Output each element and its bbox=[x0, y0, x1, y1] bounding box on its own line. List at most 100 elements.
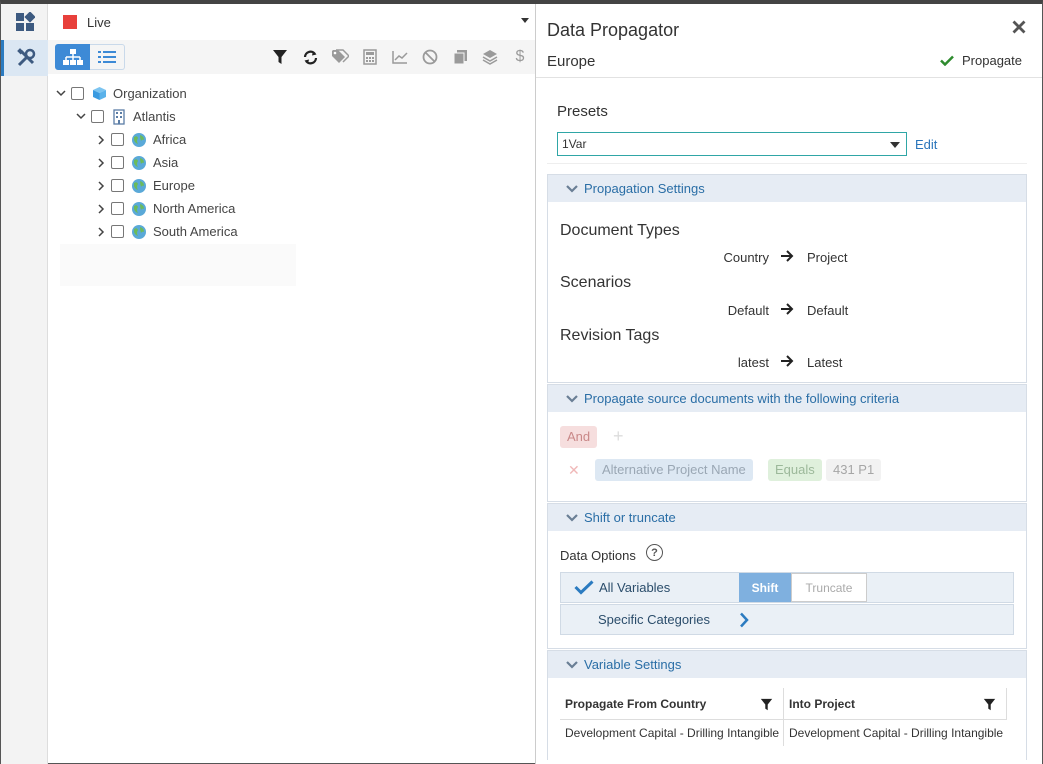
layers-icon bbox=[482, 50, 498, 65]
mapping-from: Default bbox=[727, 303, 769, 318]
table-row[interactable]: Development Capital - Drilling Intangibl… bbox=[560, 720, 1007, 746]
data-options-label: Data Options bbox=[560, 548, 636, 563]
filter-icon[interactable] bbox=[760, 698, 773, 711]
edit-preset-link[interactable]: Edit bbox=[915, 137, 937, 152]
tools-button[interactable] bbox=[1, 40, 48, 76]
tree-node-label: Europe bbox=[153, 178, 195, 193]
propagate-button[interactable]: Propagate bbox=[940, 53, 1022, 68]
document-types-heading: Document Types bbox=[560, 222, 680, 239]
presets-select[interactable]: 1Var bbox=[557, 132, 907, 156]
tree-node-label: Atlantis bbox=[133, 109, 176, 124]
remove-condition-button[interactable]: ✕ bbox=[568, 462, 580, 479]
chevron-down-icon[interactable] bbox=[76, 113, 86, 120]
mapping-to: Latest bbox=[807, 355, 843, 370]
chevron-right-icon[interactable] bbox=[96, 180, 106, 191]
add-condition-button[interactable]: + bbox=[613, 426, 624, 447]
section-title: Propagate source documents with the foll… bbox=[584, 391, 900, 406]
filter-button[interactable] bbox=[265, 40, 295, 74]
shift-toggle-button[interactable]: Shift bbox=[739, 573, 791, 602]
criteria-field-chip[interactable]: Alternative Project Name bbox=[595, 459, 753, 481]
tree-node-checkbox[interactable] bbox=[111, 225, 124, 238]
tree-node-checkbox[interactable] bbox=[111, 133, 124, 146]
tag-button[interactable] bbox=[325, 40, 355, 74]
filter-icon[interactable] bbox=[983, 698, 996, 711]
divider bbox=[536, 77, 1042, 78]
left-rail bbox=[1, 4, 48, 764]
all-variables-label: All Variables bbox=[599, 580, 671, 595]
dashboard-button[interactable] bbox=[1, 4, 48, 40]
chevron-right-icon bbox=[740, 612, 749, 627]
shift-truncate-header[interactable]: Shift or truncate bbox=[548, 504, 1026, 531]
criteria-comparison-chip[interactable]: Equals bbox=[768, 459, 822, 481]
list-icon bbox=[98, 51, 116, 63]
hierarchy-icon bbox=[62, 49, 83, 65]
help-icon[interactable]: ? bbox=[646, 544, 663, 561]
specific-categories-option[interactable]: Specific Categories bbox=[560, 604, 1014, 635]
tree-node-label: North America bbox=[153, 201, 236, 216]
propagation-settings-header[interactable]: Propagation Settings bbox=[548, 175, 1026, 202]
tree-node-checkbox[interactable] bbox=[111, 156, 124, 169]
table-cell: Development Capital - Drilling Intangibl… bbox=[789, 726, 1004, 740]
column-header-label: Propagate From Country bbox=[565, 696, 707, 711]
arrow-right-icon bbox=[780, 303, 794, 318]
tree-node-atlantis[interactable]: Atlantis bbox=[48, 105, 535, 128]
all-variables-option[interactable]: All Variables Shift Truncate bbox=[560, 572, 1014, 603]
block-button[interactable] bbox=[415, 40, 445, 74]
chevron-right-icon[interactable] bbox=[96, 134, 106, 145]
chevron-down-icon bbox=[566, 394, 578, 403]
and-operator-chip[interactable]: And bbox=[560, 426, 598, 448]
tree-node-north-america[interactable]: North America bbox=[48, 197, 535, 220]
tree-node-checkbox[interactable] bbox=[111, 179, 124, 192]
shift-truncate-section: Shift or truncate Data Options ? All Var… bbox=[547, 503, 1027, 649]
list-view-button[interactable] bbox=[90, 44, 125, 70]
criteria-value-chip[interactable]: 431 P1 bbox=[826, 459, 882, 481]
criteria-section: Propagate source documents with the foll… bbox=[547, 384, 1027, 502]
criteria-header[interactable]: Propagate source documents with the foll… bbox=[548, 385, 1026, 412]
tree-node-africa[interactable]: Africa bbox=[48, 128, 535, 151]
scenario-selector[interactable]: Live bbox=[48, 4, 535, 40]
tree-node-checkbox[interactable] bbox=[71, 87, 84, 100]
column-header-label: Into Project bbox=[789, 696, 856, 711]
table-header: Propagate From Country Into Project bbox=[560, 688, 1007, 720]
close-button[interactable] bbox=[1012, 20, 1026, 37]
globe-icon bbox=[131, 224, 147, 240]
block-icon bbox=[422, 49, 438, 65]
scenarios-heading: Scenarios bbox=[560, 274, 632, 291]
copy-icon bbox=[453, 50, 467, 65]
variable-settings-header[interactable]: Variable Settings bbox=[548, 651, 1026, 678]
tree-node-asia[interactable]: Asia bbox=[48, 151, 535, 174]
chevron-down-icon bbox=[521, 18, 529, 23]
chart-button[interactable] bbox=[385, 40, 415, 74]
shift-truncate-toggle: Shift Truncate bbox=[739, 573, 867, 602]
refresh-button[interactable] bbox=[295, 40, 325, 74]
arrow-right-icon bbox=[780, 250, 794, 265]
mapping-to: Default bbox=[807, 303, 849, 318]
arrow-right-icon bbox=[780, 355, 794, 370]
calculator-button[interactable] bbox=[355, 40, 385, 74]
tree-node-organization[interactable]: Organization bbox=[48, 82, 535, 105]
hierarchy-view-button[interactable] bbox=[55, 44, 90, 70]
layers-button[interactable] bbox=[475, 40, 505, 74]
tree-panel: Live $ Organization Atlantis Africa Asia… bbox=[48, 4, 536, 764]
truncate-toggle-button[interactable]: Truncate bbox=[791, 573, 867, 602]
filter-icon bbox=[273, 50, 287, 64]
chevron-right-icon[interactable] bbox=[96, 226, 106, 237]
dollar-button[interactable]: $ bbox=[505, 40, 535, 74]
mapping-from: Country bbox=[723, 250, 769, 265]
chevron-right-icon[interactable] bbox=[96, 203, 106, 214]
tree-node-label: South America bbox=[153, 224, 238, 239]
column-header-from: Propagate From Country bbox=[560, 688, 784, 719]
tree-node-checkbox[interactable] bbox=[91, 110, 104, 123]
tree-node-south-america[interactable]: South America bbox=[48, 220, 535, 243]
chevron-right-icon[interactable] bbox=[96, 157, 106, 168]
tree-node-europe[interactable]: Europe bbox=[48, 174, 535, 197]
revision-tags-heading: Revision Tags bbox=[560, 327, 660, 344]
tree-node-label: Africa bbox=[153, 132, 187, 147]
mapping-to: Project bbox=[807, 250, 848, 265]
chevron-down-icon[interactable] bbox=[56, 90, 66, 97]
tree-node-label: Asia bbox=[153, 155, 179, 170]
chevron-down-icon bbox=[566, 184, 578, 193]
tree-node-checkbox[interactable] bbox=[111, 202, 124, 215]
copy-button[interactable] bbox=[445, 40, 475, 74]
section-title: Propagation Settings bbox=[584, 181, 705, 196]
